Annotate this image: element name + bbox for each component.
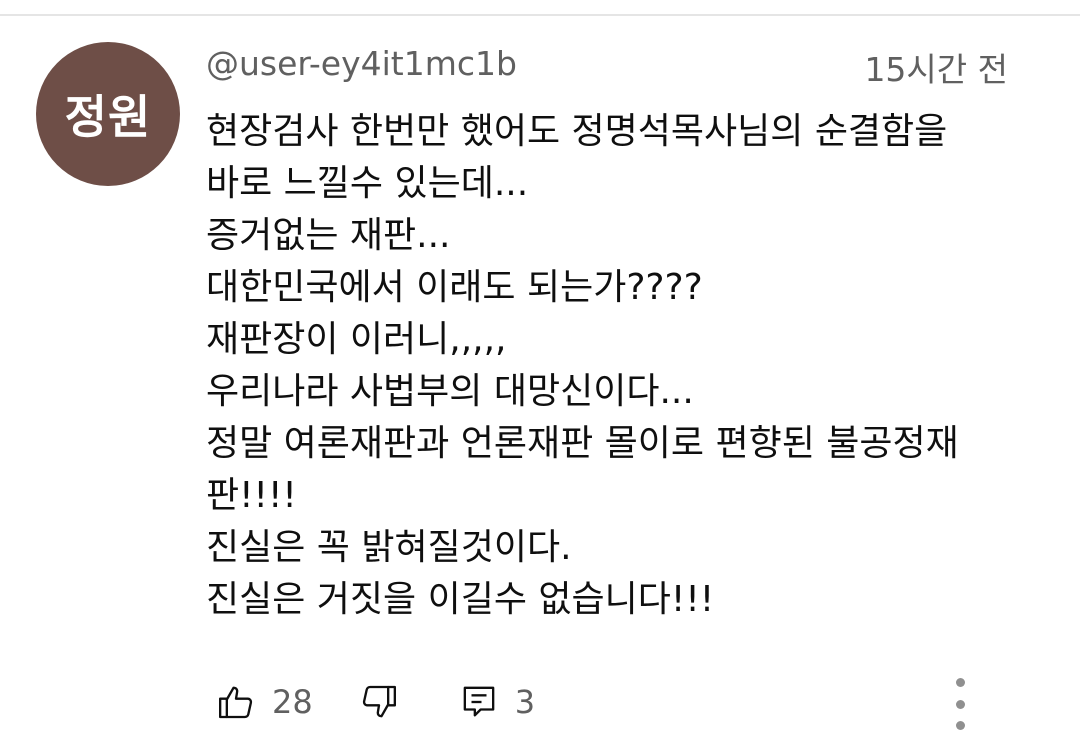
dislike-button[interactable] bbox=[359, 678, 399, 726]
comment-timestamp: 15시간 전 bbox=[864, 50, 1008, 89]
comment-line: 바로 느낄수 있는데... bbox=[206, 163, 529, 204]
comment-line: 현장검사 한번만 했어도 정명석목사님의 순결함을 bbox=[206, 111, 948, 152]
like-button[interactable]: 28 bbox=[216, 678, 313, 726]
thumbs-up-icon bbox=[216, 682, 256, 722]
reply-button[interactable]: 3 bbox=[459, 678, 535, 726]
comment-line: 대한민국에서 이래도 되는가???? bbox=[206, 267, 703, 308]
comment-line: 진실은 거짓을 이길수 없습니다!!! bbox=[206, 579, 715, 620]
comment-line: 판!!!! bbox=[206, 475, 297, 516]
comment-line: 정말 여론재판과 언론재판 몰이로 편향된 불공정재 bbox=[206, 423, 959, 464]
reply-count: 3 bbox=[514, 683, 536, 721]
top-divider bbox=[0, 14, 1080, 16]
like-count: 28 bbox=[272, 683, 313, 721]
comment-author[interactable]: @user-ey4it1mc1b bbox=[206, 44, 517, 84]
comment-line: 재판장이 이러니,,,,, bbox=[206, 319, 507, 360]
comment-action-bar: 28 3 bbox=[216, 678, 535, 726]
comment-line: 진실은 꼭 밝혀질것이다. bbox=[206, 527, 572, 568]
vertical-dots-icon bbox=[955, 678, 965, 730]
avatar-initials: 정원 bbox=[64, 90, 152, 144]
reply-comment-icon bbox=[459, 682, 499, 722]
more-options-button[interactable] bbox=[944, 678, 976, 730]
avatar[interactable]: 정원 bbox=[36, 42, 180, 186]
comment-text: 현장검사 한번만 했어도 정명석목사님의 순결함을 바로 느낄수 있는데... … bbox=[206, 106, 1026, 626]
comment-line: 증거없는 재판... bbox=[206, 215, 451, 256]
thumbs-down-icon bbox=[359, 682, 399, 722]
comment-line: 우리나라 사법부의 대망신이다... bbox=[206, 371, 694, 412]
